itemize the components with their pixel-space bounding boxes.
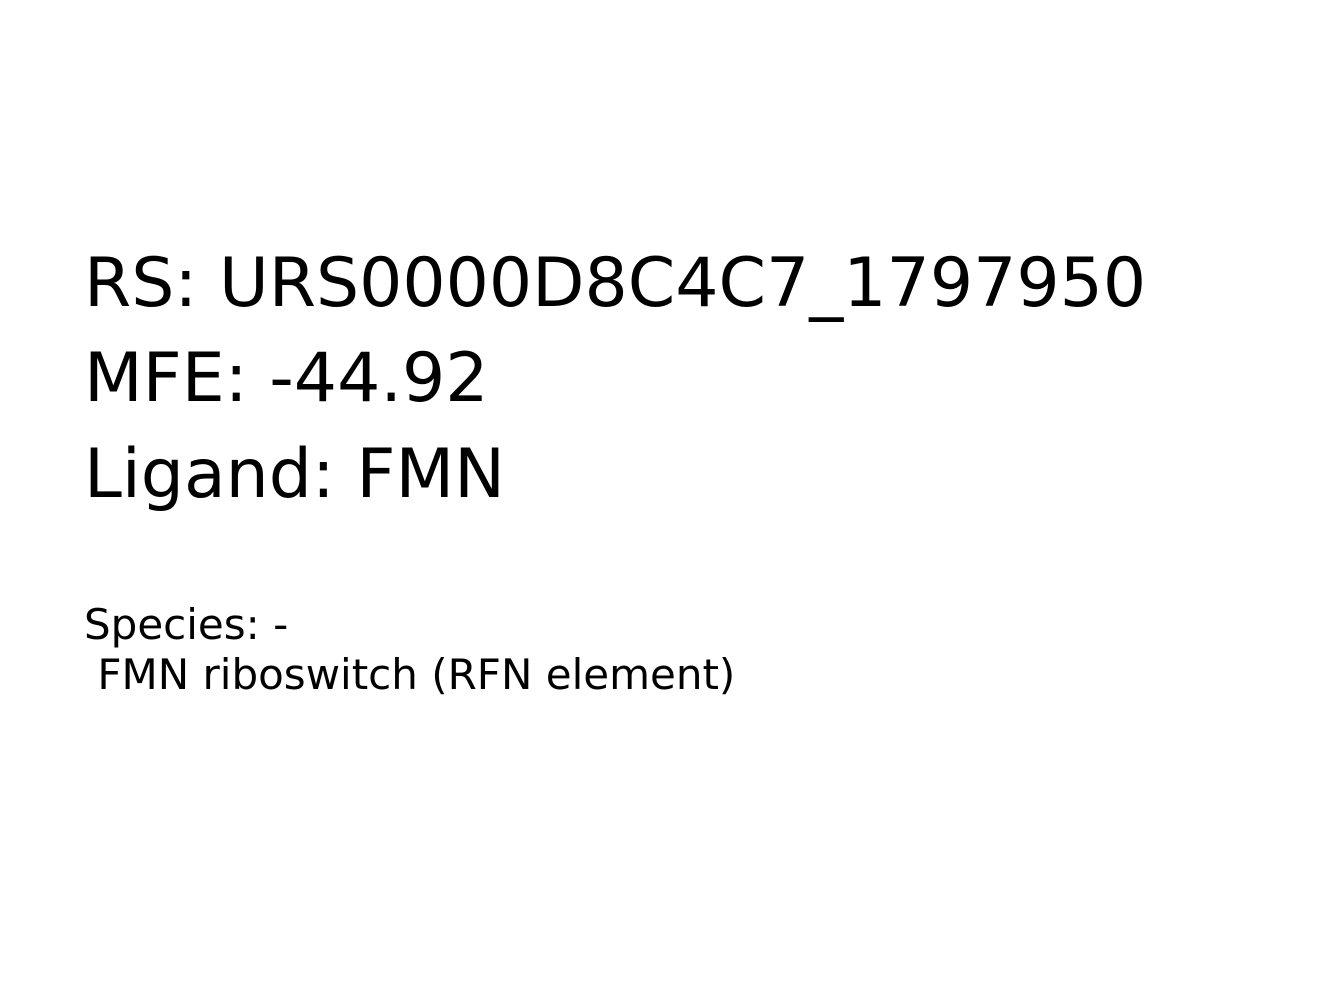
- species-label: Species: -: [84, 600, 289, 649]
- ligand-name: Ligand: FMN: [84, 435, 506, 514]
- rs-identifier: RS: URS0000D8C4C7_1797950: [84, 244, 1147, 323]
- mfe-value: MFE: -44.92: [84, 339, 489, 418]
- riboswitch-family: FMN riboswitch (RFN element): [84, 650, 736, 699]
